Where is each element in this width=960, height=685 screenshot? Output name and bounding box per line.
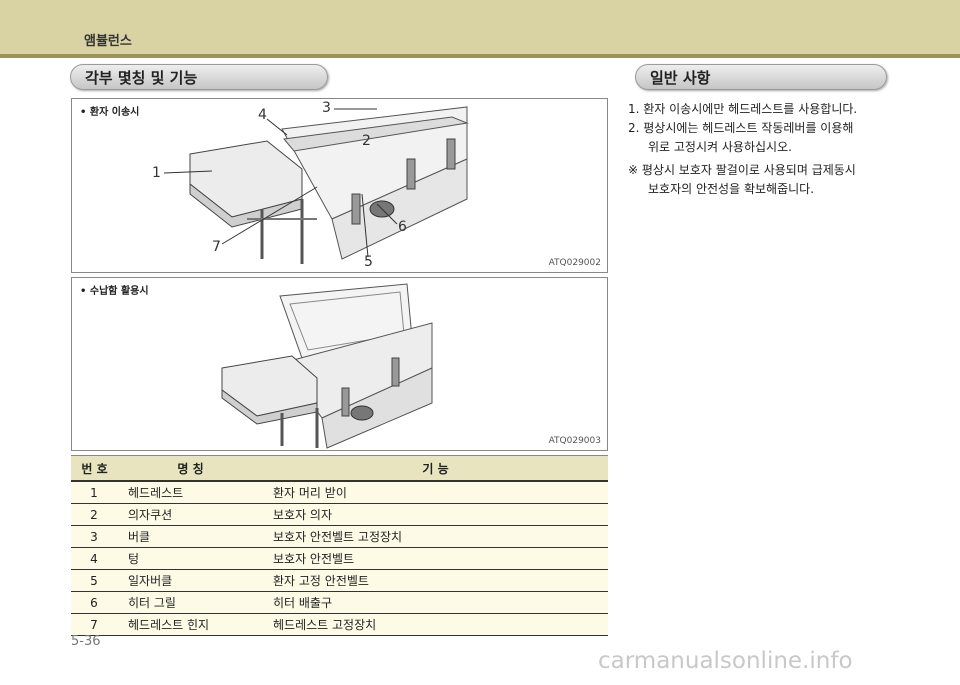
callout-2: 2: [362, 133, 371, 149]
row-function: 헤드레스트 고정장치: [263, 613, 608, 636]
parts-table: 번 호 명 칭 기 능 1 헤드레스트 환자 머리 받이 2 의자쿠션 보호자 …: [71, 455, 608, 636]
row-name: 의자쿠션: [118, 503, 263, 526]
row-name: 헤드레스트: [118, 481, 263, 504]
table-header-row: 번 호 명 칭 기 능: [71, 455, 608, 482]
figure-patient-transport: • 환자 이송시 1 2 3 4 5 6 7 ATQ029002: [71, 98, 608, 273]
row-number: 4: [71, 547, 118, 570]
row-name: 일자버클: [118, 569, 263, 592]
figure1-code: ATQ029002: [548, 258, 601, 268]
header-rule: [0, 54, 960, 58]
table-row: 1 헤드레스트 환자 머리 받이: [71, 481, 608, 504]
bench-drawing-transport: [163, 106, 469, 264]
note-3: ※ 평상시 보호자 팔걸이로 사용되며 급제동시: [628, 163, 856, 177]
row-number: 7: [71, 613, 118, 636]
table-row: 3 버클 보호자 안전벨트 고정장치: [71, 525, 608, 548]
watermark: carmanualsonline.info: [598, 648, 853, 674]
row-name: 헤드레스트 힌지: [118, 613, 263, 636]
bench-drawing-storage: [221, 283, 433, 449]
row-function: 보호자 안전벨트 고정장치: [263, 525, 608, 548]
page-number: 5-36: [71, 634, 101, 649]
note-1: 1. 환자 이송시에만 헤드레스트를 사용합니다.: [628, 102, 858, 116]
callout-7: 7: [212, 239, 221, 255]
table-row: 5 일자버클 환자 고정 안전벨트: [71, 569, 608, 592]
row-name: 히터 그릴: [118, 591, 263, 614]
note-2: 2. 평상시에는 헤드레스트 작동레버를 이용해: [628, 121, 854, 135]
figure-storage-use: • 수납함 활용시 ATQ029003: [71, 277, 608, 451]
row-name: 버클: [118, 525, 263, 548]
row-number: 6: [71, 591, 118, 614]
row-number: 5: [71, 569, 118, 592]
figure2-code: ATQ029003: [548, 436, 601, 446]
callout-1: 1: [152, 165, 161, 181]
header-function: 기 능: [263, 455, 608, 482]
note-3-cont: 보호자의 안전성을 확보해줍니다.: [648, 182, 815, 196]
callout-5: 5: [364, 254, 373, 270]
header-band: [0, 0, 960, 54]
row-function: 보호자 의자: [263, 503, 608, 526]
general-notes: 1. 환자 이송시에만 헤드레스트를 사용합니다. 2. 평상시에는 헤드레스트…: [628, 100, 888, 199]
table-row: 7 헤드레스트 힌지 헤드레스트 고정장치: [71, 613, 608, 636]
right-heading: 일반 사항: [635, 64, 887, 90]
row-function: 환자 고정 안전벨트: [263, 569, 608, 592]
row-function: 보호자 안전벨트: [263, 547, 608, 570]
callout-6: 6: [398, 219, 407, 235]
header-number: 번 호: [71, 455, 118, 482]
table-row: 4 텅 보호자 안전벨트: [71, 547, 608, 570]
row-function: 환자 머리 받이: [263, 481, 608, 504]
header-name: 명 칭: [118, 455, 263, 482]
row-number: 1: [71, 481, 118, 504]
row-name: 텅: [118, 547, 263, 570]
section-title: 앰뷸런스: [84, 34, 132, 49]
table-row: 6 히터 그릴 히터 배출구: [71, 591, 608, 614]
table-row: 2 의자쿠션 보호자 의자: [71, 503, 608, 526]
note-2-cont: 위로 고정시켜 사용하십시오.: [648, 140, 792, 154]
callout-4: 4: [258, 107, 267, 123]
left-heading: 각부 몇칭 및 기능: [70, 64, 328, 90]
callout-3: 3: [322, 100, 331, 116]
row-function: 히터 배출구: [263, 591, 608, 614]
row-number: 3: [71, 525, 118, 548]
row-number: 2: [71, 503, 118, 526]
